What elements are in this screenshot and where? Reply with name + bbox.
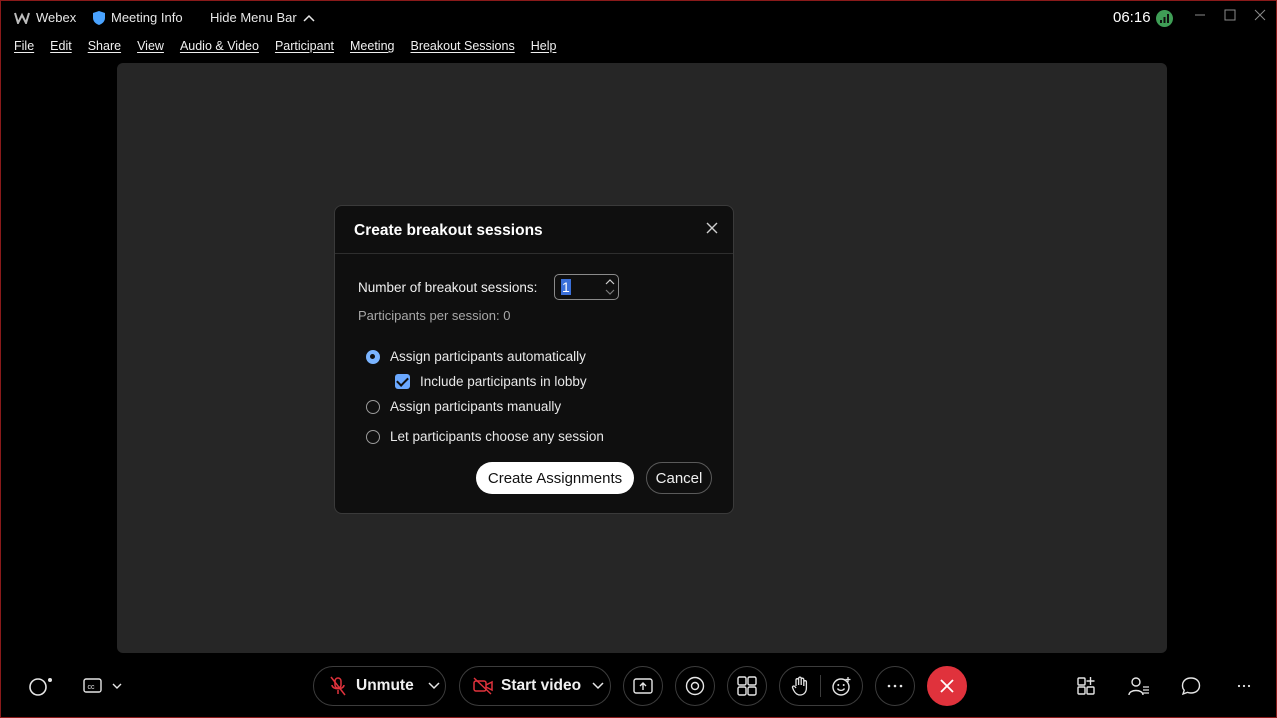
create-breakout-sessions-dialog: Create breakout sessions Number of break…	[334, 205, 734, 514]
close-window-icon[interactable]	[1253, 8, 1271, 26]
option-assign-manually[interactable]: Assign participants manually	[366, 399, 561, 414]
more-panels-icon[interactable]	[1233, 676, 1255, 696]
menu-share[interactable]: Share	[88, 39, 121, 57]
stepper-up-icon[interactable]	[605, 278, 615, 286]
title-bar: Webex Meeting Info Hide Menu Bar 06:16	[0, 0, 1277, 36]
chat-icon[interactable]	[1180, 676, 1202, 696]
dialog-divider	[335, 253, 733, 254]
apps-icon[interactable]	[1076, 676, 1098, 696]
sessions-count-label: Number of breakout sessions:	[358, 280, 538, 295]
option-manual-label: Assign participants manually	[390, 399, 562, 414]
webex-logo-icon	[14, 12, 30, 24]
unmute-label: Unmute	[356, 677, 414, 694]
radio-auto[interactable]	[366, 349, 380, 364]
option-assign-automatically[interactable]: Assign participants automatically	[366, 349, 586, 364]
start-video-label: Start video	[501, 677, 582, 694]
participants-icon[interactable]	[1128, 676, 1150, 696]
unmute-button[interactable]: Unmute	[313, 666, 446, 706]
radio-manual[interactable]	[366, 399, 380, 414]
more-options-button[interactable]	[875, 666, 915, 706]
chevron-down-icon[interactable]	[428, 682, 440, 690]
menu-breakout-sessions[interactable]: Breakout Sessions	[410, 39, 514, 57]
meeting-info-label: Meeting Info	[111, 10, 183, 25]
option-let-choose[interactable]: Let participants choose any session	[366, 429, 604, 444]
grid-layout-icon	[737, 676, 757, 696]
sessions-count-value[interactable]: 1	[561, 279, 571, 295]
dialog-title: Create breakout sessions	[354, 222, 543, 239]
leave-meeting-button[interactable]	[927, 666, 967, 706]
option-choose-label: Let participants choose any session	[390, 429, 604, 444]
stepper-down-icon[interactable]	[605, 288, 615, 296]
start-video-button[interactable]: Start video	[459, 666, 611, 706]
hand-reactions-group	[779, 666, 863, 706]
hide-menu-bar-button[interactable]: Hide Menu Bar	[210, 10, 315, 25]
option-include-lobby[interactable]: Include participants in lobby	[395, 374, 587, 389]
network-status-icon[interactable]	[1156, 10, 1173, 27]
share-icon	[633, 678, 653, 694]
share-screen-button[interactable]	[623, 666, 663, 706]
shield-icon	[93, 10, 105, 25]
app-status-icon[interactable]	[28, 676, 54, 696]
radio-choose[interactable]	[366, 429, 380, 444]
svg-text:cc: cc	[88, 684, 96, 691]
meeting-clock: 06:16	[1113, 9, 1151, 26]
menu-participant[interactable]: Participant	[275, 39, 334, 57]
cancel-button[interactable]: Cancel	[646, 462, 712, 494]
app-title: Webex	[14, 10, 76, 25]
chevron-up-icon	[303, 14, 315, 22]
menu-file[interactable]: File	[14, 39, 34, 57]
menu-meeting[interactable]: Meeting	[350, 39, 394, 57]
menu-view[interactable]: View	[137, 39, 164, 57]
record-icon	[685, 676, 705, 696]
menu-audio-video[interactable]: Audio & Video	[180, 39, 259, 57]
group-divider	[820, 675, 821, 697]
meeting-info-button[interactable]: Meeting Info	[93, 10, 183, 25]
menu-help[interactable]: Help	[531, 39, 557, 57]
maximize-icon[interactable]	[1223, 8, 1241, 26]
close-icon	[940, 679, 954, 693]
sessions-count-stepper[interactable]: 1	[554, 274, 619, 300]
option-lobby-label: Include participants in lobby	[420, 374, 587, 389]
video-off-icon	[473, 677, 493, 695]
record-button[interactable]	[675, 666, 715, 706]
create-assignments-button[interactable]: Create Assignments	[476, 462, 634, 494]
close-icon[interactable]	[703, 219, 721, 237]
layout-button[interactable]	[727, 666, 767, 706]
closed-captions-button[interactable]: cc	[82, 676, 126, 696]
menu-bar: File Edit Share View Audio & Video Parti…	[14, 39, 572, 57]
lobby-checkbox[interactable]	[395, 374, 410, 389]
menu-edit[interactable]: Edit	[50, 39, 72, 57]
chevron-down-icon[interactable]	[592, 682, 604, 690]
raise-hand-icon[interactable]	[791, 676, 809, 696]
minimize-icon[interactable]	[1193, 8, 1211, 26]
participants-per-session: Participants per session: 0	[358, 308, 511, 323]
more-icon	[887, 684, 903, 688]
option-auto-label: Assign participants automatically	[390, 349, 586, 364]
reactions-icon[interactable]	[832, 676, 852, 696]
hide-menu-bar-label: Hide Menu Bar	[210, 10, 297, 25]
app-name: Webex	[36, 10, 77, 25]
muted-mic-icon	[330, 676, 346, 696]
